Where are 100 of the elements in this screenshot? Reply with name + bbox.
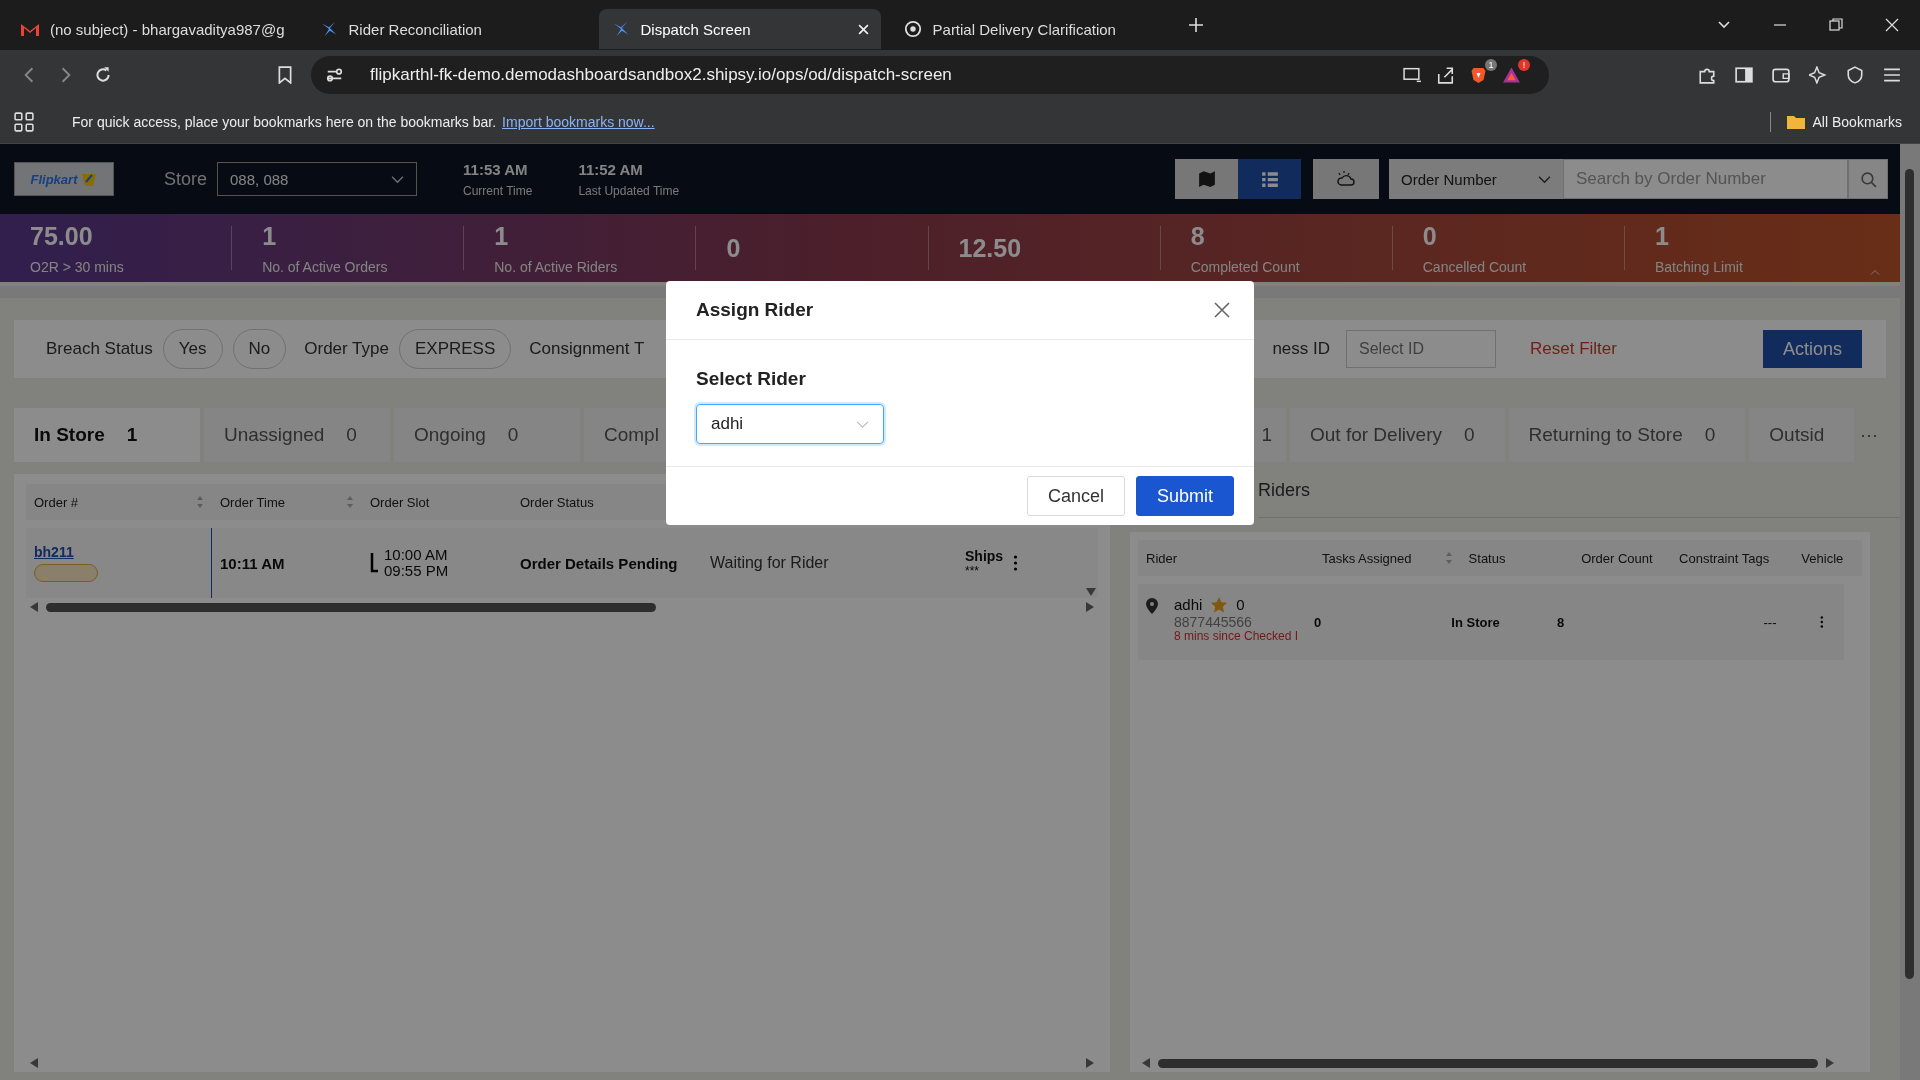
filter-label: ness ID [1272,339,1331,359]
menu-icon[interactable] [1883,66,1901,84]
submit-button[interactable]: Submit [1135,476,1234,516]
browser-tab[interactable]: Dispatch Screen [598,9,881,49]
list-view-button[interactable] [1238,159,1301,199]
import-bookmarks-link[interactable]: Import bookmarks now... [502,113,655,130]
empty-tag [34,564,98,582]
column-header: Vehicle [1801,550,1844,566]
dialog-title: Assign Rider [696,299,814,321]
status-tab[interactable]: Out for Delivery 0 [1290,408,1505,462]
stat-label: Batching Limit [1654,258,1744,275]
table-cell-text: Waiting for Rider [709,554,830,572]
address-bar[interactable]: flipkarthl-fk-demo.demodashboardsandbox2.shipsy.io/ops/od/dispatch-screen 1 ! [311,56,1549,94]
scrollbar-thumb[interactable] [46,602,656,612]
browser-tab[interactable]: (no subject) - bhargavaditya987@g [8,9,297,49]
column-header: Order Count [1581,550,1653,566]
stat-value: 1 [262,221,278,251]
scroll-left-icon[interactable] [30,1058,38,1068]
column-header: Status [1468,550,1506,566]
cast-icon[interactable] [1403,66,1422,84]
rider-select[interactable]: adhi [696,404,884,444]
search-icon [1859,170,1877,188]
cancel-button[interactable]: Cancel [1026,476,1125,516]
chevron-down-icon [856,419,869,429]
scroll-right-icon[interactable] [1086,602,1094,612]
scrollbar-thumb[interactable] [1158,1058,1818,1068]
stat-value: 0 [726,233,742,263]
check-in-time: 8 mins since Checked I [1174,630,1299,644]
filter-label: Order Type [304,339,389,359]
puzzle-icon[interactable] [1698,66,1716,84]
badge: 1 [1485,59,1497,71]
more-icon[interactable] [1013,555,1018,571]
search-button[interactable] [1848,159,1888,199]
rider-name: adhi [1174,596,1203,614]
globe-icon [902,20,923,38]
close-icon[interactable] [1214,302,1230,318]
table-cell-text: In Store [1450,614,1501,630]
stat-label: O2R > 30 mins [30,258,125,275]
apps-grid-icon[interactable] [14,111,34,132]
stat-value: 75.00 [30,221,94,251]
scroll-left-icon[interactable] [30,602,38,612]
table-cell-text: 8 [1555,614,1566,630]
scroll-down-icon[interactable] [1086,588,1096,596]
stat-label: No. of Active Orders [262,258,389,275]
filter-label: Breach Status [46,339,153,359]
actions-button[interactable]: Actions [1762,330,1862,368]
cloud-sun-icon [1336,170,1356,188]
order-link[interactable]: bh211 [34,544,74,560]
all-bookmarks-button[interactable]: All Bookmarks [1786,113,1902,130]
search-field[interactable]: Search by Order Number [1563,159,1848,199]
reload-icon[interactable] [94,66,112,84]
status-tab[interactable]: In Store 1 [14,408,200,462]
time-value: 11:53 AM [463,160,529,178]
stat-value: 12.50 [958,233,1023,263]
status-tab[interactable]: Outsid [1749,408,1855,462]
wallet-icon[interactable] [1772,66,1790,84]
table-cell-text: --- [1762,614,1778,630]
time-label: Current Time [463,183,533,198]
status-tab[interactable]: Ongoing 0 [394,408,580,462]
chevron-down-icon [1538,174,1551,184]
stat-value: 8 [1190,221,1206,251]
sparkle-icon[interactable] [1809,66,1827,84]
bookmarks-hint: For quick access, place your bookmarks here on the bookmarks bar. [72,113,497,130]
stat-value: 0 [1422,221,1438,251]
share-icon[interactable] [1436,66,1455,84]
badge: ! [1518,59,1530,71]
folder-icon [1786,114,1805,129]
scroll-right-icon[interactable] [1826,1058,1834,1068]
search-by-select[interactable]: Order Number [1389,159,1563,199]
restore-icon[interactable] [1829,18,1843,32]
stat-value: 1 [1654,221,1670,251]
bookmark-icon[interactable] [276,66,294,84]
store-select[interactable]: 088, 088 [217,162,418,196]
stat-label: Completed Count [1190,258,1301,275]
browser-tab[interactable]: Rider Reconciliation [306,9,589,49]
table-cell-text: *** [965,564,980,578]
more-tabs-button[interactable]: ··· [1860,424,1878,446]
list-icon [1259,170,1280,188]
slot-end: 09:55 PM [384,563,449,579]
phone-number: 8877445566 [1174,614,1253,631]
shield-icon[interactable] [1846,66,1864,84]
scrollbar-thumb[interactable] [1905,169,1914,979]
new-tab-icon[interactable] [1188,18,1203,32]
browser-tab[interactable]: Partial Delivery Clarification [890,9,1173,49]
store-label: Store [164,168,208,190]
reset-filter-link[interactable]: Reset Filter [1530,339,1617,359]
column-header: Rider [1146,550,1178,566]
panel-title: Riders [1258,472,1900,518]
logo: Flipkart [14,162,114,196]
triangle-icon[interactable] [1502,66,1521,84]
id-field[interactable]: Select ID [1346,330,1497,368]
rating: 0 [1236,596,1245,614]
scroll-left-icon[interactable] [1142,1058,1150,1068]
status-tab[interactable]: Returning to Store 0 [1508,408,1746,462]
stat-value: 1 [494,221,510,251]
scroll-right-icon[interactable] [1086,1058,1094,1068]
status-tab[interactable]: Unassigned 0 [204,408,390,462]
sidebar-icon[interactable] [1735,66,1753,84]
more-icon[interactable] [1820,616,1824,628]
weather-button[interactable] [1313,159,1379,199]
